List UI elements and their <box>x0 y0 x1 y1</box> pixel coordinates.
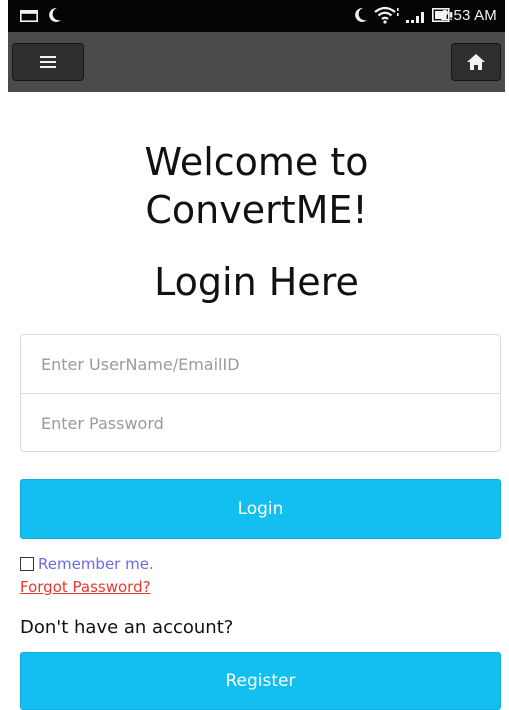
moon-icon <box>49 7 61 22</box>
toolbar <box>8 32 505 92</box>
login-input-group <box>20 334 501 452</box>
signal-icon <box>406 12 424 23</box>
no-account-text: Don't have an account? <box>20 617 234 638</box>
status-time: 2:53 AM <box>440 7 497 24</box>
welcome-heading: Welcome to ConvertME! <box>8 138 505 234</box>
home-icon <box>467 54 485 70</box>
remember-me-checkbox[interactable] <box>20 557 34 571</box>
welcome-line2: ConvertME! <box>145 188 368 232</box>
remember-me-label[interactable]: Remember me. <box>38 555 154 573</box>
username-input[interactable] <box>21 335 500 393</box>
password-input[interactable] <box>21 394 500 452</box>
home-button[interactable] <box>451 43 501 81</box>
moon-icon <box>355 7 367 22</box>
status-bar: 2:53 AM <box>8 0 505 32</box>
remember-me-row: Remember me. <box>20 554 154 574</box>
hamburger-menu-icon <box>40 56 56 68</box>
welcome-line1: Welcome to <box>144 140 369 184</box>
menu-button[interactable] <box>12 43 84 81</box>
login-button[interactable]: Login <box>20 479 501 539</box>
wifi-icon <box>374 6 399 24</box>
register-button[interactable]: Register <box>20 652 501 710</box>
mail-icon <box>20 10 38 22</box>
login-title: Login Here <box>154 260 359 304</box>
forgot-password-link[interactable]: Forgot Password? <box>20 578 151 596</box>
